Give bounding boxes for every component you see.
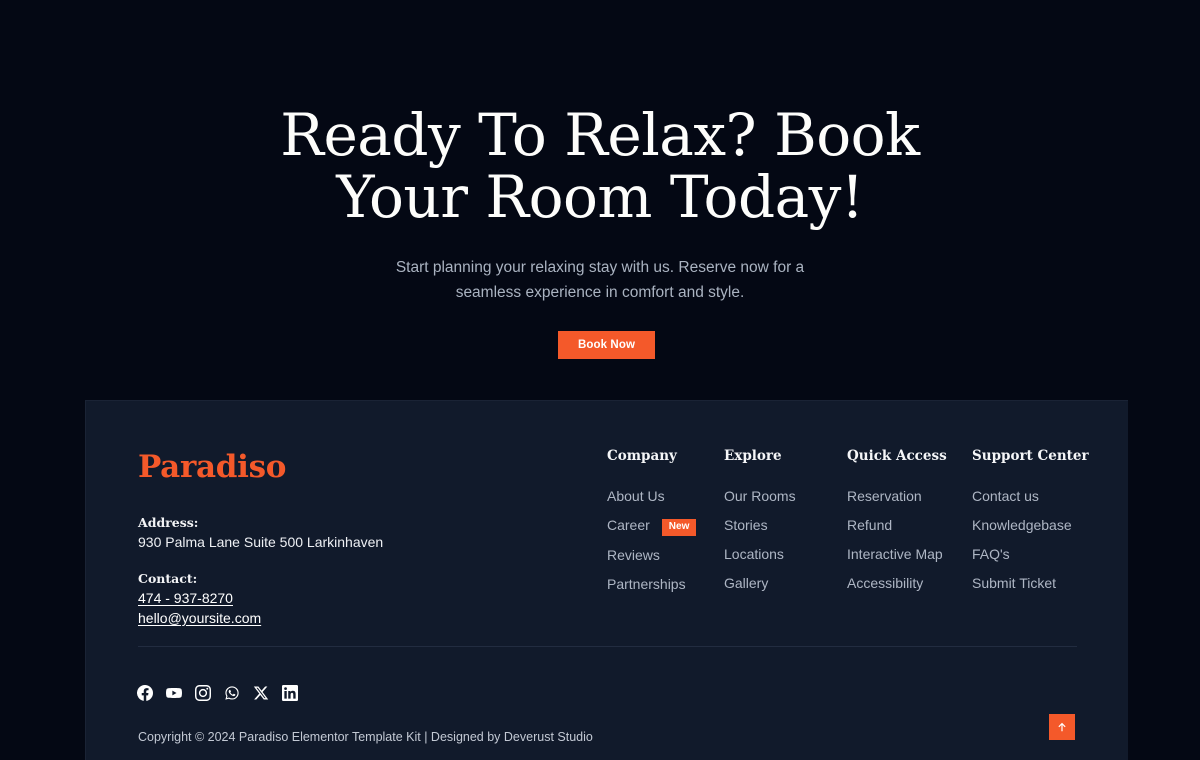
footer-link-knowledgebase[interactable]: Knowledgebase — [972, 515, 1089, 535]
instagram-icon[interactable] — [195, 685, 211, 701]
page-title: Ready To Relax? Book Your Room Today! — [0, 104, 1200, 228]
footer-link-our-rooms[interactable]: Our Rooms — [724, 486, 796, 506]
footer-column-company: Company About Us Career New Reviews Partn… — [607, 446, 697, 603]
new-badge: New — [661, 519, 697, 536]
social-links — [137, 685, 298, 701]
linkedin-icon[interactable] — [282, 685, 298, 701]
footer-divider — [138, 646, 1077, 647]
address-label: Address: — [138, 515, 199, 530]
footer-column-title: Explore — [724, 448, 782, 464]
footer-link-career[interactable]: Career New — [607, 515, 697, 536]
copyright-text: Copyright © 2024 Paradiso Elementor Temp… — [138, 730, 593, 744]
footer-column-explore: Explore Our Rooms Stories Locations Gall… — [724, 446, 796, 602]
email-link[interactable]: hello@yoursite.com — [138, 608, 261, 628]
footer-logo[interactable]: Paradiso — [138, 449, 286, 485]
scroll-to-top-button[interactable] — [1049, 714, 1075, 740]
footer-link-reservation[interactable]: Reservation — [847, 486, 947, 506]
youtube-icon[interactable] — [166, 685, 182, 701]
footer-link-reviews[interactable]: Reviews — [607, 545, 696, 565]
footer-link-submit-ticket[interactable]: Submit Ticket — [972, 573, 1089, 593]
whatsapp-icon[interactable] — [224, 685, 240, 701]
footer-column-title: Company — [607, 448, 677, 464]
footer-link-refund[interactable]: Refund — [847, 515, 947, 535]
footer-link-about-us[interactable]: About Us — [607, 486, 696, 506]
footer-column-quick-access: Quick Access Reservation Refund Interact… — [847, 446, 947, 602]
footer-column-title: Support Center — [972, 448, 1089, 464]
footer-link-gallery[interactable]: Gallery — [724, 573, 796, 593]
page-title-line-2: Your Room Today! — [336, 163, 864, 231]
facebook-icon[interactable] — [137, 685, 153, 701]
cta-subtitle: Start planning your relaxing stay with u… — [0, 256, 1200, 305]
footer-column-title: Quick Access — [847, 448, 947, 464]
footer-link-accessibility[interactable]: Accessibility — [847, 573, 947, 593]
contact-label: Contact: — [138, 571, 198, 586]
footer-contact-block: Contact: 474 - 937-8270 hello@yoursite.c… — [138, 569, 261, 628]
footer-link-faqs[interactable]: FAQ's — [972, 544, 1089, 564]
footer-link-contact-us[interactable]: Contact us — [972, 486, 1089, 506]
footer-address-block: Address: 930 Palma Lane Suite 500 Larkin… — [138, 513, 383, 552]
footer-link-locations[interactable]: Locations — [724, 544, 796, 564]
x-twitter-icon[interactable] — [253, 685, 269, 701]
cta-subtitle-line-1: Start planning your relaxing stay with u… — [395, 259, 805, 276]
phone-link[interactable]: 474 - 937-8270 — [138, 588, 261, 608]
arrow-up-icon — [1058, 722, 1066, 732]
page-title-line-1: Ready To Relax? Book — [280, 101, 920, 169]
book-now-button[interactable]: Book Now — [558, 331, 655, 359]
footer-link-interactive-map[interactable]: Interactive Map — [847, 544, 947, 564]
address-value: 930 Palma Lane Suite 500 Larkinhaven — [138, 534, 384, 550]
footer-link-partnerships[interactable]: Partnerships — [607, 574, 696, 594]
site-footer: Paradiso Address: 930 Palma Lane Suite 5… — [85, 400, 1128, 760]
footer-link-stories[interactable]: Stories — [724, 515, 796, 535]
page-root: Ready To Relax? Book Your Room Today! St… — [0, 0, 1200, 760]
cta-subtitle-line-2: seamless experience in comfort and style… — [455, 283, 745, 301]
cta-section: Ready To Relax? Book Your Room Today! St… — [0, 0, 1200, 400]
footer-column-support-center: Support Center Contact us Knowledgebase … — [972, 446, 1089, 602]
